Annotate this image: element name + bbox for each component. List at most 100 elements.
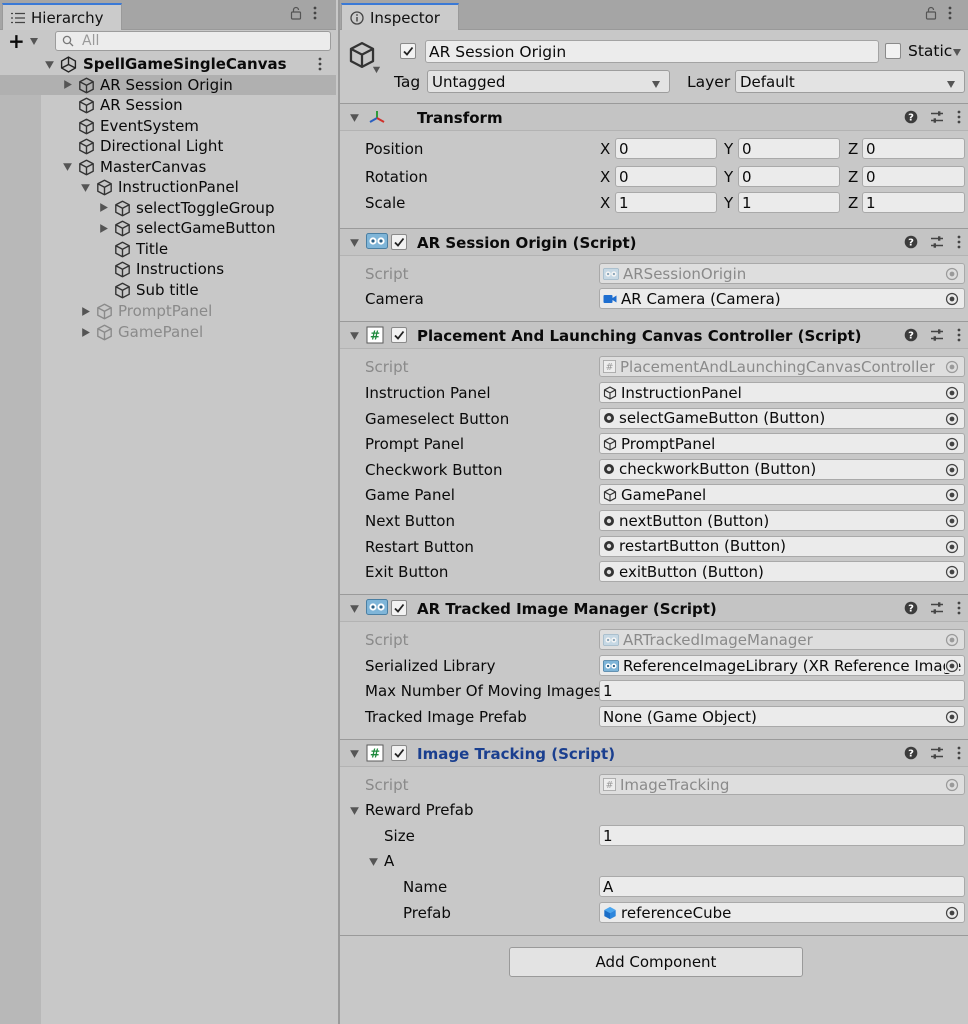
expanded-arrow-icon[interactable] xyxy=(349,330,360,341)
hierarchy-item-title[interactable]: Title xyxy=(0,239,336,260)
help-icon[interactable] xyxy=(904,601,918,615)
search-input[interactable]: All xyxy=(55,31,331,51)
object-picker-icon[interactable] xyxy=(945,386,959,400)
collapsed-arrow-icon[interactable] xyxy=(98,223,109,234)
serialized-library-field[interactable]: ReferenceImageLibrary (XR Reference Imag… xyxy=(599,655,965,676)
element-a-row[interactable]: A xyxy=(340,849,968,873)
object-picker-icon[interactable] xyxy=(945,565,959,579)
tab-inspector[interactable]: Inspector xyxy=(341,3,459,30)
object-reference-field[interactable]: nextButton (Button) xyxy=(599,510,965,531)
object-picker-icon[interactable] xyxy=(945,437,959,451)
tracked-image-manager-header[interactable]: AR Tracked Image Manager (Script) xyxy=(340,594,968,622)
object-reference-field[interactable]: selectGameButton (Button) xyxy=(599,407,965,429)
rotation-x-field[interactable]: 0 xyxy=(615,166,717,187)
more-options-icon[interactable] xyxy=(317,57,323,71)
position-y-field[interactable]: 0 xyxy=(738,138,840,159)
expanded-arrow-icon[interactable] xyxy=(349,237,360,248)
presets-icon[interactable] xyxy=(930,328,944,342)
tag-dropdown[interactable]: Untagged xyxy=(427,70,670,93)
component-enabled-checkbox[interactable] xyxy=(391,234,407,250)
hierarchy-item-sub-title[interactable]: Sub title xyxy=(0,280,336,301)
object-picker-icon[interactable] xyxy=(945,540,959,554)
hierarchy-scene-row[interactable]: SpellGameSingleCanvas xyxy=(0,54,336,75)
component-enabled-checkbox[interactable] xyxy=(391,600,407,616)
active-checkbox[interactable] xyxy=(400,43,416,59)
more-options-icon[interactable] xyxy=(956,328,962,342)
prefab-field[interactable]: referenceCube xyxy=(599,902,965,923)
more-options-icon[interactable] xyxy=(956,601,962,615)
hierarchy-item-instructions[interactable]: Instructions xyxy=(0,259,336,280)
more-options-icon[interactable] xyxy=(956,110,962,124)
create-button[interactable]: + xyxy=(8,31,39,51)
help-icon[interactable] xyxy=(904,328,918,342)
presets-icon[interactable] xyxy=(930,110,944,124)
object-picker-icon[interactable] xyxy=(945,710,959,724)
object-reference-field[interactable]: restartButton (Button) xyxy=(599,535,965,557)
static-checkbox[interactable] xyxy=(885,43,901,59)
scale-z-field[interactable]: 1 xyxy=(862,192,965,213)
object-picker-icon[interactable] xyxy=(945,412,959,426)
tab-hierarchy[interactable]: Hierarchy xyxy=(2,3,122,30)
image-tracking-header[interactable]: Image Tracking (Script) xyxy=(340,739,968,767)
object-name-field[interactable]: AR Session Origin xyxy=(425,40,879,63)
object-picker-icon[interactable] xyxy=(945,906,959,920)
collapsed-arrow-icon[interactable] xyxy=(80,327,91,338)
transform-header[interactable]: Transform xyxy=(340,103,968,131)
position-x-field[interactable]: 0 xyxy=(615,138,717,159)
scale-y-field[interactable]: 1 xyxy=(738,192,840,213)
help-icon[interactable] xyxy=(904,235,918,249)
expanded-arrow-icon[interactable] xyxy=(368,856,379,867)
lock-icon[interactable] xyxy=(925,6,937,20)
presets-icon[interactable] xyxy=(930,601,944,615)
rotation-z-field[interactable]: 0 xyxy=(862,166,965,187)
chevron-down-icon[interactable] xyxy=(372,65,381,74)
scale-x-field[interactable]: 1 xyxy=(615,192,717,213)
size-field[interactable]: 1 xyxy=(599,825,965,846)
expanded-arrow-icon[interactable] xyxy=(349,112,360,123)
position-z-field[interactable]: 0 xyxy=(862,138,965,159)
hierarchy-item-directional-light[interactable]: Directional Light xyxy=(0,136,336,157)
object-reference-field[interactable]: checkworkButton (Button) xyxy=(599,458,965,480)
tracked-image-prefab-field[interactable]: None (Game Object) xyxy=(599,706,965,727)
help-icon[interactable] xyxy=(904,110,918,124)
more-options-icon[interactable] xyxy=(956,235,962,249)
camera-field[interactable]: AR Camera (Camera) xyxy=(599,288,965,309)
hierarchy-item-mastercanvas[interactable]: MasterCanvas xyxy=(0,157,336,178)
hierarchy-item-instructionpanel[interactable]: InstructionPanel xyxy=(0,177,336,198)
chevron-down-icon[interactable] xyxy=(952,47,962,57)
object-reference-field[interactable]: GamePanel xyxy=(599,484,965,506)
more-options-icon[interactable] xyxy=(956,746,962,760)
presets-icon[interactable] xyxy=(930,746,944,760)
hierarchy-item-eventsystem[interactable]: EventSystem xyxy=(0,116,336,137)
collapsed-arrow-icon[interactable] xyxy=(98,202,109,213)
hierarchy-item-selecttogglegroup[interactable]: selectToggleGroup xyxy=(0,198,336,219)
name-field[interactable]: A xyxy=(599,876,965,897)
hierarchy-item-ar-session[interactable]: AR Session xyxy=(0,95,336,116)
help-icon[interactable] xyxy=(904,746,918,760)
more-options-icon[interactable] xyxy=(947,6,953,20)
add-component-button[interactable]: Add Component xyxy=(509,947,803,977)
expanded-arrow-icon[interactable] xyxy=(44,59,55,70)
object-picker-icon[interactable] xyxy=(945,463,959,477)
lock-icon[interactable] xyxy=(290,6,302,20)
more-options-icon[interactable] xyxy=(312,6,318,20)
expanded-arrow-icon[interactable] xyxy=(62,161,73,172)
object-picker-icon[interactable] xyxy=(945,514,959,528)
presets-icon[interactable] xyxy=(930,235,944,249)
component-enabled-checkbox[interactable] xyxy=(391,745,407,761)
rotation-y-field[interactable]: 0 xyxy=(738,166,840,187)
component-enabled-checkbox[interactable] xyxy=(391,327,407,343)
collapsed-arrow-icon[interactable] xyxy=(80,306,91,317)
expanded-arrow-icon[interactable] xyxy=(349,748,360,759)
layer-dropdown[interactable]: Default xyxy=(735,70,965,93)
hierarchy-item-ar-session-origin[interactable]: AR Session Origin xyxy=(0,74,336,95)
object-picker-icon[interactable] xyxy=(945,659,959,673)
object-reference-field[interactable]: exitButton (Button) xyxy=(599,561,965,583)
placement-controller-header[interactable]: Placement And Launching Canvas Controlle… xyxy=(340,321,968,349)
ar-session-origin-header[interactable]: AR Session Origin (Script) xyxy=(340,228,968,256)
object-reference-field[interactable]: InstructionPanel xyxy=(599,382,965,403)
object-picker-icon[interactable] xyxy=(945,488,959,502)
hierarchy-item-promptpanel[interactable]: PromptPanel xyxy=(0,301,336,322)
expanded-arrow-icon[interactable] xyxy=(349,603,360,614)
collapsed-arrow-icon[interactable] xyxy=(62,79,73,90)
